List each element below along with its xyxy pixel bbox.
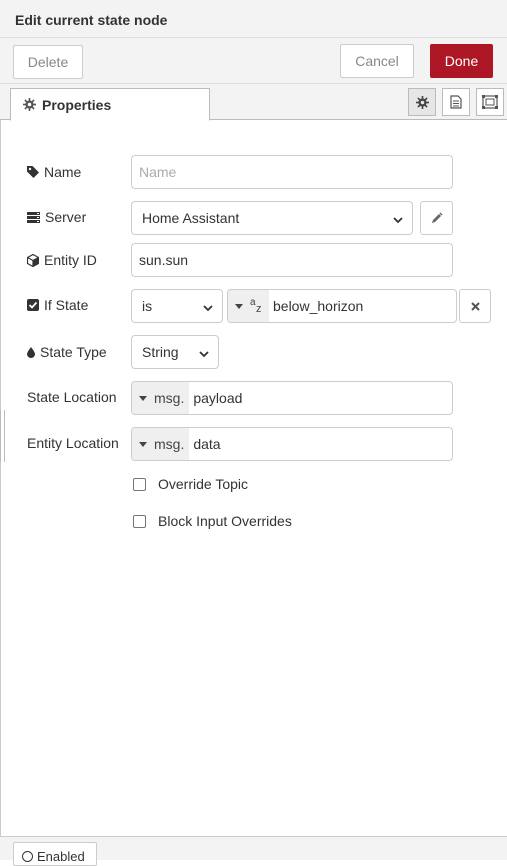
name-input[interactable] xyxy=(131,155,453,189)
delete-button[interactable]: Delete xyxy=(13,45,83,79)
caret-down-icon xyxy=(235,303,243,309)
chevron-down-icon xyxy=(392,213,404,229)
entity-location-value: data xyxy=(193,436,221,452)
check-square-icon xyxy=(27,299,39,311)
entity-location-type-button[interactable]: msg. xyxy=(132,428,190,460)
block-input-overrides-row[interactable]: Block Input Overrides xyxy=(133,513,292,529)
tab-properties[interactable]: Properties xyxy=(10,88,210,121)
block-input-overrides-checkbox[interactable] xyxy=(133,514,146,528)
entity-location-label: Entity Location xyxy=(27,426,119,460)
pencil-icon xyxy=(431,212,443,224)
state-type-value: String xyxy=(142,344,179,360)
entity-location-input[interactable]: msg. data xyxy=(131,427,453,461)
string-type-icon: az xyxy=(250,297,262,315)
state-location-label: State Location xyxy=(27,380,117,414)
chevron-down-icon xyxy=(198,347,210,363)
edit-server-button[interactable] xyxy=(420,201,453,235)
server-select-value: Home Assistant xyxy=(142,210,240,226)
msg-prefix: msg. xyxy=(154,436,185,452)
clear-if-state-button[interactable] xyxy=(459,289,491,323)
state-location-type-button[interactable]: msg. xyxy=(132,382,190,414)
chevron-down-icon xyxy=(202,301,214,317)
close-icon xyxy=(470,301,480,311)
entity-id-input[interactable] xyxy=(131,243,453,277)
state-location-label-text: State Location xyxy=(27,389,117,405)
caret-down-icon xyxy=(139,441,147,447)
override-topic-row[interactable]: Override Topic xyxy=(133,476,248,492)
file-text-icon xyxy=(450,95,462,109)
state-location-value: payload xyxy=(193,390,243,406)
tab-bar: Properties xyxy=(0,84,507,121)
tray-title: Edit current state node xyxy=(0,0,507,38)
tray-footer: Enabled xyxy=(0,836,507,866)
state-type-label-text: State Type xyxy=(40,344,107,360)
if-state-label: If State xyxy=(27,288,88,322)
state-type-select[interactable]: String xyxy=(131,335,219,369)
object-ungroup-icon xyxy=(482,95,498,109)
block-input-overrides-label: Block Input Overrides xyxy=(158,513,292,529)
circle-icon xyxy=(22,851,33,862)
settings-tab-button[interactable] xyxy=(408,88,436,116)
override-topic-checkbox[interactable] xyxy=(133,477,146,491)
if-state-operator-value: is xyxy=(142,298,153,314)
if-state-operator-select[interactable]: is xyxy=(131,289,223,323)
server-icon xyxy=(27,211,40,223)
name-label: Name xyxy=(27,155,81,189)
appearance-tab-button[interactable] xyxy=(476,88,504,116)
server-label: Server xyxy=(27,200,86,234)
enabled-label: Enabled xyxy=(37,849,85,864)
entity-id-label: Entity ID xyxy=(27,243,97,277)
description-tab-button[interactable] xyxy=(442,88,470,116)
tab-properties-label: Properties xyxy=(42,96,112,113)
state-location-input[interactable]: msg. payload xyxy=(131,381,453,415)
tag-icon xyxy=(27,166,39,178)
msg-prefix: msg. xyxy=(154,390,185,406)
gear-icon xyxy=(23,98,36,111)
tint-icon xyxy=(27,346,35,358)
override-topic-label: Override Topic xyxy=(158,476,249,492)
cancel-button[interactable]: Cancel xyxy=(340,44,414,78)
state-type-label: State Type xyxy=(27,335,107,369)
server-select[interactable]: Home Assistant xyxy=(131,201,413,235)
if-state-type-button[interactable]: az xyxy=(228,290,269,322)
done-button[interactable]: Done xyxy=(430,44,493,78)
if-state-value-input[interactable]: az below_horizon xyxy=(227,289,457,323)
enabled-toggle-button[interactable]: Enabled xyxy=(13,842,97,866)
if-state-value: below_horizon xyxy=(273,298,364,314)
cube-icon xyxy=(27,253,39,267)
if-state-label-text: If State xyxy=(44,297,89,313)
gear-icon xyxy=(415,95,429,109)
name-label-text: Name xyxy=(44,164,82,180)
caret-down-icon xyxy=(139,395,147,401)
entity-location-label-text: Entity Location xyxy=(27,435,119,451)
tray-resize-handle[interactable] xyxy=(0,410,5,462)
tray-toolbar: Delete Cancel Done xyxy=(0,38,507,84)
entity-id-label-text: Entity ID xyxy=(44,252,97,268)
server-label-text: Server xyxy=(45,209,87,225)
